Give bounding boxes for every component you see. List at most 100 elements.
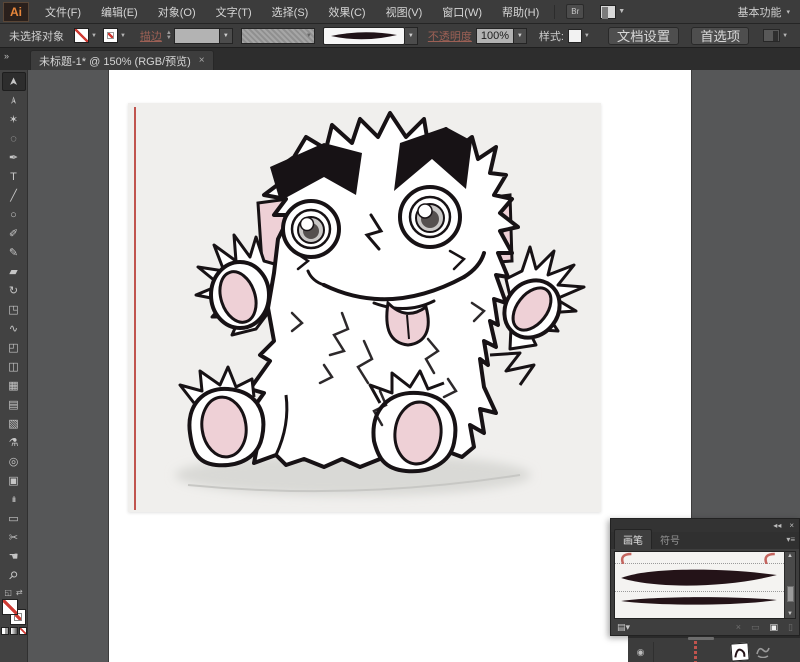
scrollbar-thumb[interactable] xyxy=(786,586,794,602)
menu-help[interactable]: 帮助(H) xyxy=(492,0,549,24)
close-icon[interactable]: × xyxy=(199,55,205,66)
left-eye xyxy=(281,199,341,259)
zoom-tool[interactable]: ⚲ xyxy=(2,566,26,585)
pencil-tool[interactable]: ✎ xyxy=(2,243,26,262)
tab-symbols[interactable]: 符号 xyxy=(652,530,688,549)
pen-tool[interactable]: ✒ xyxy=(2,148,26,167)
panel-footer: ▤▾ × ▭ ▣ ▯ xyxy=(611,619,799,635)
style-swatch[interactable] xyxy=(567,28,582,43)
app-logo[interactable]: Ai xyxy=(3,1,29,22)
document-setup-button[interactable]: 文档设置 xyxy=(607,26,680,45)
magic-wand-tool[interactable]: ✶ xyxy=(2,110,26,129)
menu-effect[interactable]: 效果(C) xyxy=(318,0,375,24)
brush-item-charcoal[interactable] xyxy=(615,564,784,592)
shape-builder-tool[interactable]: ◫ xyxy=(2,357,26,376)
delete-brush-icon[interactable]: ▯ xyxy=(788,622,793,633)
panel-resize-grip[interactable] xyxy=(688,637,714,640)
menu-window[interactable]: 窗口(W) xyxy=(432,0,492,24)
width-tool[interactable]: ∿ xyxy=(2,319,26,338)
document-tab[interactable]: 未标题-1* @ 150% (RGB/预览) × xyxy=(30,50,214,70)
eyedropper-icon: ⚗ xyxy=(8,437,19,449)
remove-brush-stroke-icon[interactable]: × xyxy=(736,622,741,632)
scroll-down-icon[interactable]: ▼ xyxy=(787,611,793,617)
panel-menu-icon[interactable]: ▾≡ xyxy=(786,535,795,544)
brush-list-scrollbar[interactable]: ▲ ▼ xyxy=(784,552,795,618)
menu-object[interactable]: 对象(O) xyxy=(148,0,206,24)
arrange-documents-icon[interactable]: ▼ xyxy=(600,4,626,19)
gradient-mode-button[interactable] xyxy=(9,627,18,635)
artboard[interactable] xyxy=(108,70,692,662)
stroke-weight-dropdown[interactable]: ▼ xyxy=(219,27,233,44)
brush-definition-field[interactable] xyxy=(322,26,405,45)
brush-definition-dropdown[interactable]: ▼ xyxy=(404,26,418,45)
chevron-down-icon[interactable]: ▼ xyxy=(584,33,590,39)
brush-options-icon[interactable]: ▭ xyxy=(751,622,760,633)
scroll-up-icon[interactable]: ▲ xyxy=(787,553,793,559)
close-panel-icon[interactable]: × xyxy=(789,521,794,530)
fill-stroke-controls: ◱ ⇄ xyxy=(0,588,27,635)
rotate-icon: ↻ xyxy=(8,285,19,297)
stroke-weight-stepper[interactable]: ▲ ▼ xyxy=(166,30,172,41)
menu-file[interactable]: 文件(F) xyxy=(35,0,91,24)
lasso-tool[interactable]: ◌ xyxy=(2,129,26,148)
placed-sketch-image[interactable] xyxy=(128,103,601,512)
blend-tool[interactable]: ◎ xyxy=(2,452,26,471)
document-title: 未标题-1* @ 150% (RGB/预览) xyxy=(39,55,191,68)
fill-none-swatch[interactable] xyxy=(74,28,89,43)
symbol-sprayer-tool[interactable]: ▣ xyxy=(2,471,26,490)
swap-fill-stroke-icon[interactable]: ⇄ xyxy=(16,588,23,597)
opacity-field[interactable]: 100% xyxy=(475,27,514,44)
new-brush-icon[interactable]: ▣ xyxy=(770,622,779,633)
stroke-weight-field[interactable] xyxy=(173,27,220,44)
perspective-grid-tool[interactable]: ▦ xyxy=(2,376,26,395)
fill-swatch[interactable] xyxy=(1,599,18,615)
pen-icon: ✒ xyxy=(8,152,19,164)
preferences-button[interactable]: 首选项 xyxy=(691,26,750,45)
stroke-none-swatch[interactable] xyxy=(102,28,118,43)
color-mode-button[interactable] xyxy=(0,627,9,635)
free-transform-tool[interactable]: ◰ xyxy=(2,338,26,357)
brush-item-partial[interactable] xyxy=(615,552,784,565)
menu-edit[interactable]: 编辑(E) xyxy=(91,0,148,24)
bridge-icon[interactable]: Br xyxy=(566,4,585,19)
variable-width-profile-dropdown[interactable]: ▼ xyxy=(240,27,315,44)
mesh-tool[interactable]: ▤ xyxy=(2,395,26,414)
visibility-eye-icon[interactable]: ◉ xyxy=(628,642,654,662)
align-panel-icon[interactable] xyxy=(763,29,781,42)
chevron-down-icon[interactable]: ▼ xyxy=(120,33,126,39)
hand-tool[interactable]: ☚ xyxy=(2,547,26,566)
brush-libraries-icon[interactable]: ▤▾ xyxy=(617,622,630,633)
scale-icon: ◳ xyxy=(8,304,19,316)
column-graph-tool[interactable]: ılı xyxy=(2,490,26,509)
workspace-label: 基本功能 xyxy=(737,6,782,19)
toolbar-collapse-icon[interactable]: » xyxy=(4,51,9,61)
control-bar: 未选择对象 ▼ ▼ 描边 ▲ ▼ ▼ ▼ ▼ 不透明度 100% ▼ 样式: ▼ … xyxy=(0,24,800,48)
scale-tool[interactable]: ◳ xyxy=(2,300,26,319)
menu-type[interactable]: 文字(T) xyxy=(206,0,262,24)
eraser-tool[interactable]: ▰ xyxy=(2,262,26,281)
type-tool[interactable]: T xyxy=(2,167,26,186)
collapse-panel-icon[interactable]: ◂◂ xyxy=(773,521,781,530)
tab-brushes[interactable]: 画笔 xyxy=(614,529,652,549)
menu-view[interactable]: 视图(V) xyxy=(376,0,433,24)
rotate-tool[interactable]: ↻ xyxy=(2,281,26,300)
direct-selection-tool[interactable]: ➢ xyxy=(2,91,26,110)
chevron-down-icon: ▼ xyxy=(618,8,626,15)
artboard-tool[interactable]: ▭ xyxy=(2,509,26,528)
eyedropper-tool[interactable]: ⚗ xyxy=(2,433,26,452)
chevron-down-icon[interactable]: ▼ xyxy=(91,33,97,39)
layer-thumbnail[interactable] xyxy=(730,642,750,662)
chevron-down-icon[interactable]: ▼ xyxy=(782,33,788,39)
line-segment-tool[interactable]: ╱ xyxy=(2,186,26,205)
opacity-dropdown[interactable]: ▼ xyxy=(513,27,527,44)
gradient-tool[interactable]: ▧ xyxy=(2,414,26,433)
slice-tool[interactable]: ✂ xyxy=(2,528,26,547)
paintbrush-tool[interactable]: ✐ xyxy=(2,224,26,243)
shape-tool[interactable]: ○ xyxy=(2,205,26,224)
workspace-switcher[interactable]: 基本功能 ▾ xyxy=(737,4,790,20)
none-mode-button[interactable] xyxy=(18,627,27,635)
menu-select[interactable]: 选择(S) xyxy=(262,0,319,24)
brush-item-thin[interactable] xyxy=(615,592,784,610)
default-fill-stroke-icon[interactable]: ◱ xyxy=(4,588,12,597)
selection-tool[interactable]: ➤ xyxy=(1,72,26,91)
